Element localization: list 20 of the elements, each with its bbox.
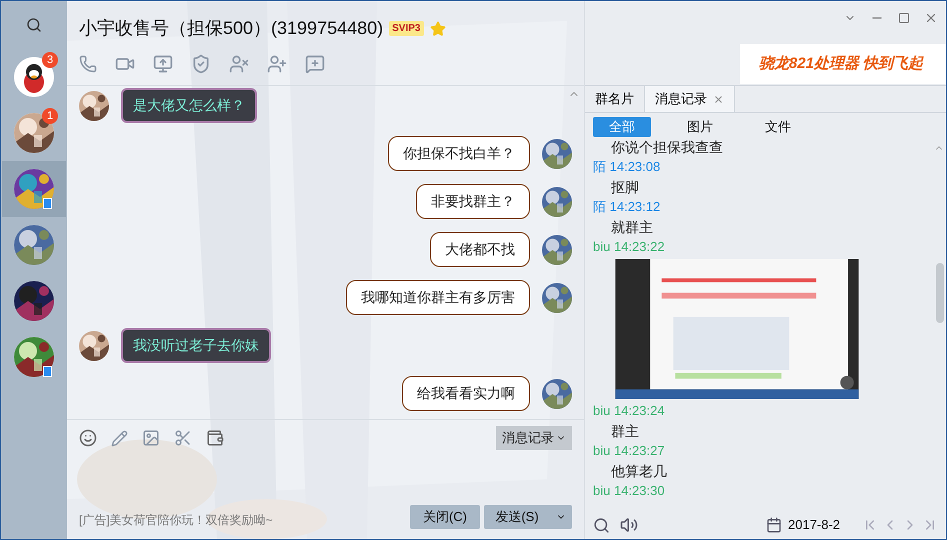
history-message: 群主	[610, 422, 640, 441]
date-text[interactable]: 2017-8-2	[788, 515, 840, 535]
contact-item[interactable]: 1	[2, 105, 66, 161]
message-time: biu 14:23:24	[593, 402, 666, 420]
filter-tab[interactable]: 文件	[749, 117, 807, 137]
panel-tab[interactable]: 消息记录	[645, 86, 735, 112]
filter-tab[interactable]: 图片	[671, 117, 729, 137]
history-message: 他算老几	[610, 462, 668, 481]
ad-banner[interactable]: 骁龙821处理器 快到飞起	[740, 44, 946, 84]
contact-item[interactable]: 3	[2, 49, 66, 105]
history-message: 抠脚	[610, 178, 640, 197]
history-message: 你说个担保我查查	[610, 138, 724, 157]
message-time: biu 14:23:22	[593, 238, 666, 256]
unread-badge: 3	[42, 52, 58, 68]
message-time: 陌 14:23:12	[593, 198, 662, 216]
message-time: 陌 14:23:08	[593, 158, 662, 176]
message-time: biu 14:23:30	[593, 482, 666, 500]
unread-badge: 1	[42, 108, 58, 124]
history-message: 就群主	[610, 218, 654, 237]
message-time: biu 14:23:27	[593, 442, 666, 460]
